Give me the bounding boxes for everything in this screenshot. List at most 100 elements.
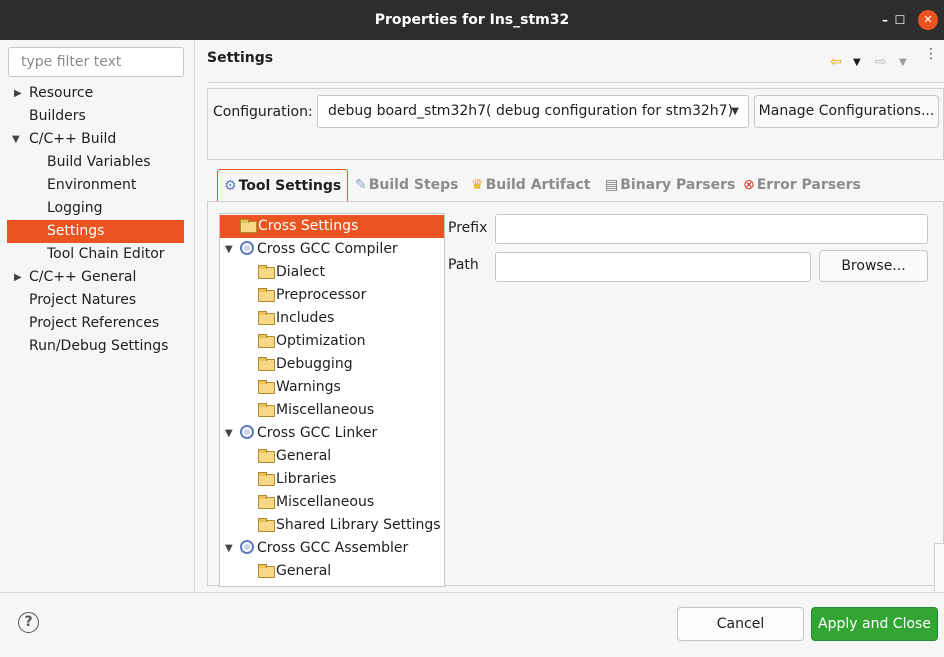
manage-configurations-button[interactable]: Manage Configurations...: [754, 95, 939, 128]
tab-build-artifact[interactable]: ♛ Build Artifact: [471, 169, 590, 201]
tree-item-compiler-miscellaneous[interactable]: Miscellaneous: [220, 399, 444, 422]
tree-item-dialect[interactable]: Dialect: [220, 261, 444, 284]
path-input[interactable]: [495, 252, 811, 282]
tree-item-label: Includes: [276, 310, 335, 326]
binary-parsers-icon: ▤: [605, 177, 619, 193]
tree-item-includes[interactable]: Includes: [220, 307, 444, 330]
tree-item-shared-library-settings[interactable]: Shared Library Settings: [220, 514, 444, 537]
nav-item-builders[interactable]: Builders: [0, 105, 194, 128]
nav-tree: ▶ Resource Builders ▼ C/C++ Build Build …: [0, 82, 194, 358]
page-title: Settings: [207, 50, 274, 66]
path-label: Path: [448, 257, 479, 273]
tree-item-label: Libraries: [276, 471, 337, 487]
gear-icon: [240, 241, 254, 255]
tree-item-assembler-general[interactable]: General: [220, 560, 444, 583]
tree-item-label: Cross GCC Linker: [257, 425, 378, 441]
folder-icon: [258, 449, 275, 463]
chevron-right-icon[interactable]: ▶: [14, 266, 22, 289]
sidebar-divider: [194, 40, 195, 592]
filter-input[interactable]: [8, 47, 184, 77]
nav-item-environment[interactable]: Environment: [0, 174, 194, 197]
nav-item-label: Builders: [29, 108, 86, 124]
tab-label: Tool Settings: [238, 178, 342, 194]
tool-settings-tree[interactable]: Cross Settings ▼ Cross GCC Compiler Dial…: [219, 213, 445, 587]
tree-item-cross-gcc-compiler[interactable]: ▼ Cross GCC Compiler: [220, 238, 444, 261]
view-menu-icon[interactable]: ⋮: [924, 47, 938, 61]
tree-item-debugging[interactable]: Debugging: [220, 353, 444, 376]
tab-error-parsers[interactable]: ⊗ Error Parsers: [743, 169, 861, 201]
tree-item-cross-gcc-linker[interactable]: ▼ Cross GCC Linker: [220, 422, 444, 445]
folder-icon: [258, 518, 275, 532]
chevron-right-icon[interactable]: ▶: [14, 82, 22, 105]
chevron-down-icon[interactable]: ▼: [12, 128, 20, 151]
nav-item-cpp-general[interactable]: ▶ C/C++ General: [0, 266, 194, 289]
header-divider: [207, 82, 944, 83]
nav-item-label: C/C++ Build: [29, 131, 117, 147]
tree-item-optimization[interactable]: Optimization: [220, 330, 444, 353]
folder-icon: [240, 219, 257, 233]
folder-icon: [258, 380, 275, 394]
back-dropdown-icon[interactable]: ▼: [853, 57, 861, 68]
tree-item-preprocessor[interactable]: Preprocessor: [220, 284, 444, 307]
tab-label: Build Artifact: [485, 177, 591, 193]
apply-and-close-button[interactable]: Apply and Close: [811, 607, 938, 641]
nav-item-tool-chain-editor[interactable]: Tool Chain Editor: [0, 243, 194, 266]
nav-item-label: Environment: [47, 177, 137, 193]
tree-item-label: Shared Library Settings: [276, 517, 441, 533]
nav-item-logging[interactable]: Logging: [0, 197, 194, 220]
cancel-button[interactable]: Cancel: [677, 607, 804, 641]
maximize-icon[interactable]: ☐: [890, 10, 910, 30]
nav-item-label: Logging: [47, 200, 103, 216]
tree-item-label: Miscellaneous: [276, 402, 375, 418]
chevron-down-icon[interactable]: ▼: [225, 537, 233, 560]
browse-button[interactable]: Browse...: [819, 250, 928, 282]
tree-item-warnings[interactable]: Warnings: [220, 376, 444, 399]
chevron-down-icon[interactable]: ▼: [225, 238, 233, 261]
prefix-input[interactable]: [495, 214, 928, 244]
folder-icon: [258, 495, 275, 509]
back-arrow-icon[interactable]: ⇦: [830, 54, 842, 70]
footer-divider: [0, 592, 944, 593]
nav-item-label: Run/Debug Settings: [29, 338, 169, 354]
window-title: Properties for Ins_stm32: [374, 12, 570, 28]
folder-icon: [258, 472, 275, 486]
tab-tool-settings[interactable]: ⚙ Tool Settings: [217, 169, 349, 201]
help-icon[interactable]: ?: [18, 612, 39, 633]
nav-item-settings[interactable]: Settings: [7, 220, 184, 243]
nav-item-resource[interactable]: ▶ Resource: [0, 82, 194, 105]
resize-handle[interactable]: [934, 543, 944, 591]
configuration-select[interactable]: debug board_stm32h7( debug configuration…: [317, 95, 749, 128]
tab-label: Error Parsers: [756, 177, 861, 193]
nav-item-label: Build Variables: [47, 154, 151, 170]
nav-item-cpp-build[interactable]: ▼ C/C++ Build: [0, 128, 194, 151]
build-artifact-icon: ♛: [471, 177, 484, 193]
configuration-value: debug board_stm32h7( debug configuration…: [328, 103, 734, 119]
tab-binary-parsers[interactable]: ▤ Binary Parsers: [605, 169, 735, 201]
nav-item-label: Settings: [47, 223, 105, 239]
forward-dropdown-icon[interactable]: ▼: [899, 57, 907, 68]
gear-icon: [240, 425, 254, 439]
folder-icon: [258, 288, 275, 302]
error-parsers-icon: ⊗: [743, 177, 755, 193]
nav-item-build-variables[interactable]: Build Variables: [0, 151, 194, 174]
nav-item-label: Project References: [29, 315, 160, 331]
gear-icon: [240, 540, 254, 554]
tool-settings-icon: ⚙: [224, 178, 237, 194]
tree-item-linker-miscellaneous[interactable]: Miscellaneous: [220, 491, 444, 514]
folder-icon: [258, 334, 275, 348]
tree-item-libraries[interactable]: Libraries: [220, 468, 444, 491]
nav-item-run-debug-settings[interactable]: Run/Debug Settings: [0, 335, 194, 358]
nav-item-project-natures[interactable]: Project Natures: [0, 289, 194, 312]
configuration-label: Configuration:: [213, 104, 313, 120]
tree-item-linker-general[interactable]: General: [220, 445, 444, 468]
tree-item-cross-settings[interactable]: Cross Settings: [220, 215, 444, 238]
tree-item-label: General: [276, 563, 332, 579]
tree-item-cross-gcc-assembler[interactable]: ▼ Cross GCC Assembler: [220, 537, 444, 560]
nav-item-project-references[interactable]: Project References: [0, 312, 194, 335]
chevron-down-icon[interactable]: ▼: [225, 422, 233, 445]
tab-build-steps[interactable]: ✎ Build Steps: [355, 169, 459, 201]
close-icon[interactable]: ✕: [918, 10, 938, 30]
forward-arrow-icon[interactable]: ⇨: [875, 54, 887, 70]
tab-label: Build Steps: [368, 177, 459, 193]
nav-item-label: Resource: [29, 85, 94, 101]
